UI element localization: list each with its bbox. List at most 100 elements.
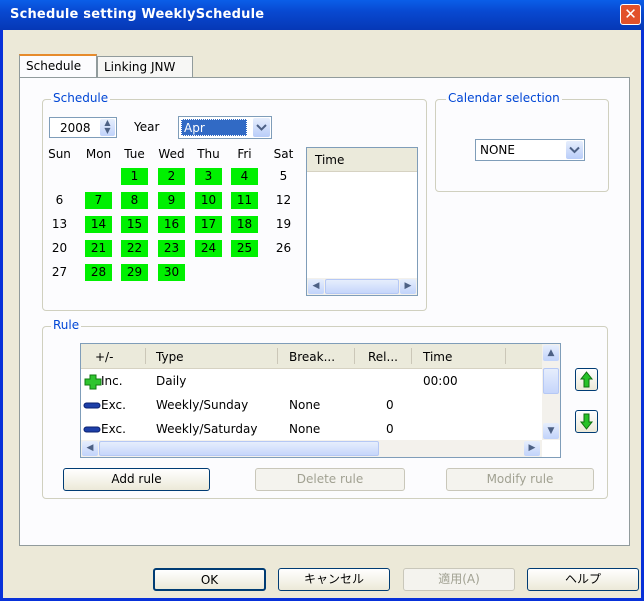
scroll-thumb[interactable] xyxy=(99,441,379,456)
month-select[interactable]: Apr xyxy=(178,116,272,139)
row-time: 00:00 xyxy=(423,374,458,388)
chevron-down-icon[interactable] xyxy=(253,118,270,137)
close-button[interactable]: ✕ xyxy=(620,4,641,25)
year-spinner[interactable]: 2008 ▲ ▼ xyxy=(49,117,117,138)
chevron-down-icon[interactable] xyxy=(566,141,583,159)
time-column-header[interactable]: Time xyxy=(307,148,417,172)
calendar-selection-legend: Calendar selection xyxy=(446,91,562,105)
calendar-day[interactable]: 15 xyxy=(121,216,148,233)
calendar-day[interactable]: 16 xyxy=(158,216,185,233)
weekday-header: Fri xyxy=(237,147,252,161)
calendar-day[interactable]: 18 xyxy=(231,216,258,233)
calendar-day[interactable]: 12 xyxy=(270,192,297,209)
help-button[interactable]: ヘルプ xyxy=(527,568,639,591)
ok-button[interactable]: OK xyxy=(153,568,266,591)
row-type: Weekly/Saturday xyxy=(156,422,258,436)
plus-icon xyxy=(84,374,102,390)
row-type: Daily xyxy=(156,374,187,388)
calendar-day[interactable]: 26 xyxy=(270,240,297,257)
row-sign: Inc. xyxy=(101,374,123,388)
year-value: 2008 xyxy=(60,121,91,135)
modify-rule-button[interactable]: Modify rule xyxy=(446,468,594,491)
column-header-time[interactable]: Time xyxy=(423,350,452,364)
weekday-header: Thu xyxy=(197,147,220,161)
row-rel: 0 xyxy=(386,398,394,412)
calendar-day[interactable]: 3 xyxy=(195,168,222,185)
add-rule-button[interactable]: Add rule xyxy=(63,468,210,491)
delete-rule-button[interactable]: Delete rule xyxy=(255,468,405,491)
calendar-day[interactable]: 24 xyxy=(195,240,222,257)
calendar-day[interactable]: 20 xyxy=(46,240,73,257)
calendar-day[interactable]: 6 xyxy=(46,192,73,209)
scroll-down-icon[interactable]: ▼ xyxy=(543,423,559,439)
weekday-header: Sun xyxy=(48,147,71,161)
scroll-left-icon[interactable]: ◀ xyxy=(82,441,98,456)
scroll-right-icon[interactable]: ▶ xyxy=(400,279,416,294)
scroll-thumb[interactable] xyxy=(543,368,559,394)
column-header-rel[interactable]: Rel... xyxy=(368,350,398,364)
rule-list-vscrollbar[interactable]: ▲ ▼ xyxy=(542,344,560,440)
weekday-header: Tue xyxy=(124,147,145,161)
calendar-day[interactable]: 29 xyxy=(121,264,148,281)
schedule-group-legend: Schedule xyxy=(51,91,111,105)
calendar-day[interactable]: 1 xyxy=(121,168,148,185)
apply-button[interactable]: 適用(A) xyxy=(403,568,515,591)
column-header-type[interactable]: Type xyxy=(156,350,184,364)
calendar-day[interactable]: 21 xyxy=(85,240,112,257)
arrow-down-icon xyxy=(579,413,594,430)
table-row[interactable]: Exc. Weekly/Saturday None 0 xyxy=(81,420,541,439)
arrow-up-icon xyxy=(579,371,594,388)
scroll-left-icon[interactable]: ◀ xyxy=(308,279,324,294)
calendar-select[interactable]: NONE xyxy=(475,139,585,161)
weekday-header: Mon xyxy=(85,147,112,161)
calendar-day[interactable]: 22 xyxy=(121,240,148,257)
weekday-header: Sat xyxy=(273,147,294,161)
table-row[interactable]: Inc. Daily 00:00 xyxy=(81,372,541,391)
row-break: None xyxy=(289,422,321,436)
table-row[interactable]: Exc. Weekly/Sunday None 0 xyxy=(81,396,541,415)
calendar-day[interactable]: 7 xyxy=(85,192,112,209)
weekday-header: Wed xyxy=(158,147,185,161)
calendar-day[interactable]: 5 xyxy=(270,168,297,185)
calendar-day[interactable]: 10 xyxy=(195,192,222,209)
year-label: Year xyxy=(134,120,160,134)
cancel-button[interactable]: キャンセル xyxy=(278,568,390,591)
row-sign: Exc. xyxy=(101,398,126,412)
time-list[interactable]: Time ◀ ▶ xyxy=(306,147,418,296)
column-header-break[interactable]: Break... xyxy=(289,350,335,364)
minus-icon xyxy=(83,426,101,433)
calendar-day[interactable]: 23 xyxy=(158,240,185,257)
tab-linking-jnw[interactable]: Linking JNW xyxy=(97,56,193,78)
scroll-up-icon[interactable]: ▲ xyxy=(543,345,559,361)
calendar-day[interactable]: 2 xyxy=(158,168,185,185)
rule-group-legend: Rule xyxy=(51,318,82,332)
scroll-right-icon[interactable]: ▶ xyxy=(524,441,540,456)
calendar-day[interactable]: 30 xyxy=(158,264,185,281)
calendar-day[interactable]: 27 xyxy=(46,264,73,281)
rule-list-hscrollbar[interactable]: ◀ ▶ xyxy=(81,440,542,457)
calendar-day[interactable]: 25 xyxy=(231,240,258,257)
time-list-hscrollbar[interactable]: ◀ ▶ xyxy=(307,278,417,295)
scroll-thumb[interactable] xyxy=(325,279,399,294)
year-spin-arrows-icon[interactable]: ▲ ▼ xyxy=(100,119,115,136)
rule-list[interactable]: +/- Type Break... Rel... Time Inc. Daily… xyxy=(80,343,561,458)
calendar-day[interactable]: 11 xyxy=(231,192,258,209)
row-rel: 0 xyxy=(386,422,394,436)
title-bar[interactable]: Schedule setting WeeklySchedule ✕ xyxy=(0,0,644,30)
calendar-day[interactable]: 4 xyxy=(231,168,258,185)
column-header-sign[interactable]: +/- xyxy=(95,350,113,364)
calendar-day[interactable]: 14 xyxy=(85,216,112,233)
calendar-day[interactable]: 9 xyxy=(158,192,185,209)
calendar-day[interactable]: 19 xyxy=(270,216,297,233)
calendar-day[interactable]: 13 xyxy=(46,216,73,233)
calendar-day[interactable]: 28 xyxy=(85,264,112,281)
calendar-day[interactable]: 8 xyxy=(121,192,148,209)
calendar-day[interactable]: 17 xyxy=(195,216,222,233)
row-type: Weekly/Sunday xyxy=(156,398,249,412)
tab-schedule[interactable]: Schedule xyxy=(19,54,97,78)
rule-list-header: +/- Type Break... Rel... Time xyxy=(81,344,542,369)
move-rule-up-button[interactable] xyxy=(575,368,598,391)
move-rule-down-button[interactable] xyxy=(575,410,598,433)
row-sign: Exc. xyxy=(101,422,126,436)
minus-icon xyxy=(83,402,101,409)
